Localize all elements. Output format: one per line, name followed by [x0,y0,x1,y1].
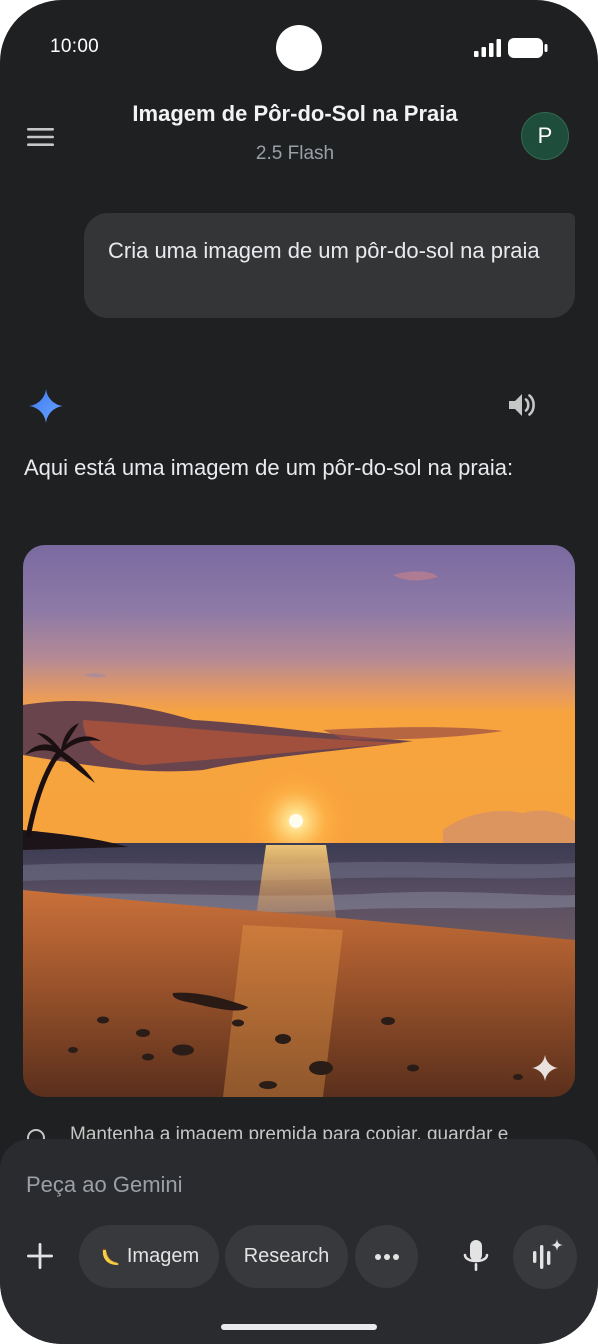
sunset-beach-image[interactable] [23,545,575,1097]
live-button[interactable] [513,1225,577,1289]
menu-icon[interactable] [24,122,58,152]
avatar-letter: P [537,123,553,148]
home-indicator [221,1324,377,1330]
avatar[interactable]: P [521,112,569,160]
user-message-bubble[interactable]: Cria uma imagem de um pôr-do-sol na prai… [84,213,575,318]
image-chip-button[interactable]: Imagem [79,1225,219,1288]
banana-icon [102,1247,119,1265]
signal-icon [474,39,501,57]
more-options-button[interactable] [355,1225,418,1288]
mic-icon[interactable] [458,1236,494,1276]
response-text: Aqui está uma imagem de um pôr-do-sol na… [24,455,514,480]
speaker-icon[interactable] [506,390,538,420]
prompt-input[interactable]: Peça ao Gemini [26,1172,446,1202]
gemini-spark-icon [29,389,63,423]
image-chip-label: Imagem [126,1245,200,1267]
plus-icon[interactable] [22,1238,58,1274]
user-message-text: Cria uma imagem de um pôr-do-sol na prai… [108,238,540,263]
conversation-title[interactable]: Imagem de Pôr-do-Sol na Praia [90,101,500,127]
ai-spark-icon [532,1055,558,1081]
live-icon [533,1239,563,1269]
camera-cutout [276,25,322,71]
battery-icon [508,38,548,58]
status-time: 10:00 [50,36,100,57]
more-icon [374,1253,399,1260]
research-chip-label: Research [243,1245,330,1267]
model-selector[interactable]: 2.5 Flash [190,143,400,165]
research-chip-button[interactable]: Research [225,1225,348,1288]
sunset-scene [23,545,575,1097]
phone-screen: 10:00 Imagem de Pôr-do-Sol na Praia 2.5 … [0,0,598,1344]
